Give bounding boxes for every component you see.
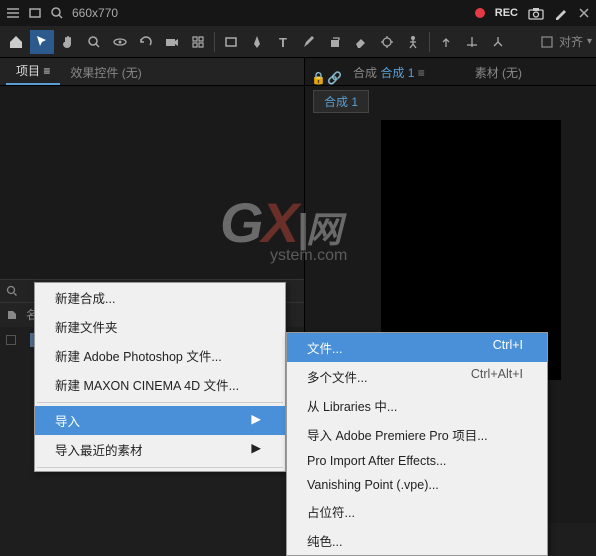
snap-label[interactable]: 对齐	[559, 33, 583, 50]
titlebar: 660x770 REC	[0, 0, 596, 26]
orbit-tool[interactable]	[108, 30, 132, 54]
menu-separator	[37, 467, 283, 468]
pen-icon[interactable]	[554, 6, 568, 20]
tab-effect-controls[interactable]: 效果控件 (无)	[60, 60, 151, 85]
window-icon[interactable]	[28, 6, 42, 20]
search-icon[interactable]	[6, 285, 18, 297]
clone-tool[interactable]	[323, 30, 347, 54]
anchor-tool[interactable]	[186, 30, 210, 54]
menu-pro-import[interactable]: Pro Import After Effects...	[287, 449, 547, 473]
tab-composition[interactable]: 合成 合成 1 ≡	[343, 60, 435, 85]
menu-placeholder[interactable]: 占位符...	[287, 497, 547, 526]
rotation-tool[interactable]	[134, 30, 158, 54]
rotobrush-tool[interactable]	[375, 30, 399, 54]
menu-vanishing-point[interactable]: Vanishing Point (.vpe)...	[287, 473, 547, 497]
pen-tool[interactable]	[245, 30, 269, 54]
svg-text:T: T	[279, 35, 287, 50]
toolbar: T 对齐 ▾	[0, 26, 596, 58]
label-swatch[interactable]	[6, 335, 16, 345]
menu-import[interactable]: 导入▶	[35, 406, 285, 435]
selection-tool[interactable]	[30, 30, 54, 54]
menu-new-photoshop[interactable]: 新建 Adobe Photoshop 文件...	[35, 341, 285, 370]
lock-icon[interactable]: 🔒	[311, 71, 323, 85]
puppet-tool[interactable]	[401, 30, 425, 54]
snap-icon[interactable]	[539, 34, 555, 50]
menu-import-premiere[interactable]: 导入 Adobe Premiere Pro 项目...	[287, 420, 547, 449]
menu-new-c4d[interactable]: 新建 MAXON CINEMA 4D 文件...	[35, 370, 285, 399]
submenu-arrow-icon: ▶	[221, 411, 261, 430]
menu-multiple-files[interactable]: 多个文件...Ctrl+Alt+I	[287, 362, 547, 391]
record-indicator-icon	[475, 8, 485, 18]
context-menu-import: 文件...Ctrl+I 多个文件...Ctrl+Alt+I 从 Librarie…	[286, 332, 548, 556]
title-dimensions: 660x770	[72, 6, 118, 20]
menu-solid[interactable]: 纯色...	[287, 526, 547, 555]
world-axis-tool[interactable]	[460, 30, 484, 54]
tab-footage[interactable]: 素材 (无)	[465, 60, 532, 85]
tab-project[interactable]: 项目 ≡	[6, 58, 60, 85]
menu-file[interactable]: 文件...Ctrl+I	[287, 333, 547, 362]
context-menu-project: 新建合成... 新建文件夹 新建 Adobe Photoshop 文件... 新…	[34, 282, 286, 472]
record-label: REC	[495, 7, 518, 19]
menu-icon[interactable]	[6, 6, 20, 20]
home-tool[interactable]	[4, 30, 28, 54]
menu-separator	[37, 402, 283, 403]
snap-chevron-icon[interactable]: ▾	[587, 36, 592, 47]
submenu-arrow-icon: ▶	[221, 440, 261, 459]
menu-import-recent[interactable]: 导入最近的素材▶	[35, 435, 285, 464]
eraser-tool[interactable]	[349, 30, 373, 54]
menu-new-folder[interactable]: 新建文件夹	[35, 312, 285, 341]
menu-from-libraries[interactable]: 从 Libraries 中...	[287, 391, 547, 420]
zoom-tool[interactable]	[82, 30, 106, 54]
project-info-area	[0, 86, 304, 279]
link-icon[interactable]: 🔗	[327, 71, 339, 85]
camera-tool[interactable]	[160, 30, 184, 54]
tag-column-icon[interactable]	[6, 309, 26, 321]
local-axis-tool[interactable]	[434, 30, 458, 54]
camera-icon[interactable]	[528, 6, 544, 20]
brush-tool[interactable]	[297, 30, 321, 54]
search-icon[interactable]	[50, 6, 64, 20]
text-tool[interactable]: T	[271, 30, 295, 54]
view-axis-tool[interactable]	[486, 30, 510, 54]
rectangle-tool[interactable]	[219, 30, 243, 54]
menu-new-composition[interactable]: 新建合成...	[35, 283, 285, 312]
close-icon[interactable]	[578, 7, 590, 19]
hand-tool[interactable]	[56, 30, 80, 54]
